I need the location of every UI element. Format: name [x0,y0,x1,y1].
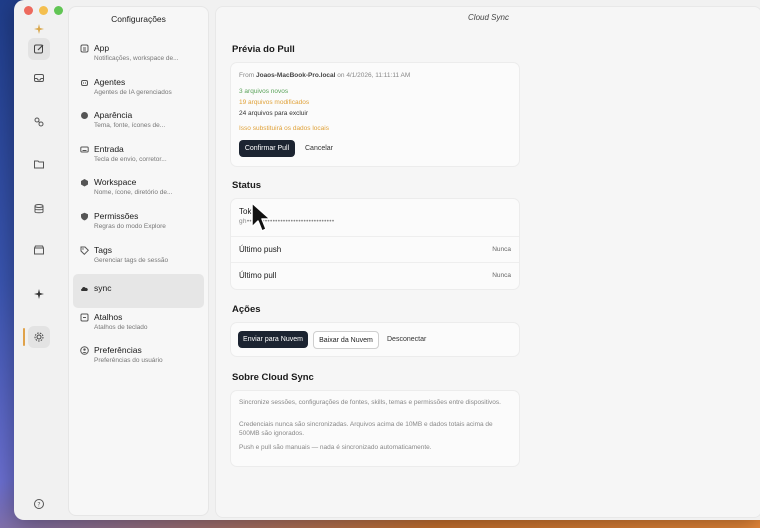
database-icon[interactable] [28,198,50,220]
main-content: Cloud Sync Prévia do Pull From Joaos-Mac… [215,6,760,518]
window-title: Cloud Sync [468,13,509,22]
settings-item-workspace[interactable]: Workspace Nome, ícone, diretório de... [73,173,204,207]
settings-item-sub: Preferências do usuário [94,357,163,365]
settings-item-sub: Agentes de IA gerenciados [94,88,172,96]
settings-item-agentes[interactable]: Agentes Agentes de IA gerenciados [73,73,204,107]
folder-icon[interactable] [28,153,50,175]
svg-text:?: ? [37,501,40,508]
compose-icon[interactable] [28,38,50,60]
about-paragraph-3: Push e pull são manuais — nada é sincron… [239,444,432,451]
settings-nav: App Notificações, workspace de... Agente… [73,39,204,375]
settings-item-label: sync [94,283,112,294]
pull-source: From Joaos-MacBook-Pro.local on 4/1/2026… [239,72,410,79]
actions-title: Ações [232,304,261,315]
help-icon[interactable]: ? [28,493,50,515]
settings-item-sub: Notificações, workspace de... [94,55,179,62]
settings-item-label: App [94,43,110,53]
cancel-button[interactable]: Cancelar [305,145,333,152]
keyboard-icon [80,145,89,154]
status-title: Status [232,180,262,191]
settings-panel: Configurações App Notificações, workspac… [68,6,209,516]
settings-item-label: Atalhos [94,311,123,322]
shield-icon [80,212,89,221]
settings-item-permissoes[interactable]: Permissões Regras do modo Explore [73,207,204,241]
last-push-value: Nunca [492,246,511,253]
settings-item-entrada[interactable]: Entrada Tecla de envio, corretor... [73,140,204,174]
about-paragraph-2: Credenciais nunca são sincronizadas. Arq… [239,421,493,437]
command-icon [80,313,89,322]
pull-preview-title: Prévia do Pull [232,44,295,55]
settings-item-sub: Gerenciar tags de sessão [94,256,169,264]
settings-item-preferencias[interactable]: Preferências Preferências do usuário [73,341,204,375]
on-word: on [337,72,345,79]
source-date: 4/1/2026, 11:11:11 AM [346,72,411,79]
settings-item-label: Permissões [94,210,139,221]
status-card: Tok gh••••••••••••••••••••••••••••••••••… [230,198,520,290]
about-paragraph-1: Sincronize sessões, configurações de fon… [239,399,501,406]
settings-item-app[interactable]: App Notificações, workspace de... [73,39,204,73]
about-card: Sincronize sessões, configurações de fon… [230,390,520,467]
settings-item-label: Preferências [94,345,142,356]
new-files-count: 3 arquivos novos [239,88,289,95]
cloud-icon [80,284,89,293]
row-divider [231,262,519,263]
tag-icon [80,246,89,255]
settings-item-tags[interactable]: Tags Gerenciar tags de sessão [73,241,204,275]
settings-item-label: Tags [94,244,112,255]
pull-from-cloud-button[interactable]: Baixar da Nuvem [313,331,379,349]
settings-item-aparencia[interactable]: Aparência Tema, fonte, ícones de... [73,106,204,140]
pull-preview-card: From Joaos-MacBook-Pro.local on 4/1/2026… [230,62,520,167]
push-to-cloud-button[interactable]: Enviar para Nuvem [238,331,308,348]
settings-item-sync[interactable]: sync [73,274,204,308]
sparkle-logo-icon [28,18,50,40]
settings-item-label: Entrada [94,143,124,154]
last-pull-label: Último pull [239,271,277,280]
app-icon [80,44,89,53]
settings-title: Configurações [111,14,166,24]
cube-icon [80,178,89,187]
actions-card: Enviar para Nuvem Baixar da Nuvem Descon… [230,322,520,357]
settings-item-sub: Regras do modo Explore [94,222,166,230]
app-window: ? Configurações App Notificações, worksp… [14,0,760,520]
settings-icon[interactable] [28,326,50,348]
row-divider [231,236,519,237]
settings-item-sub: Nome, ícone, diretório de... [94,189,173,197]
settings-item-sub: Atalhos de teclado [94,323,148,331]
settings-item-atalhos[interactable]: Atalhos Atalhos de teclado [73,308,204,342]
settings-item-label: Agentes [94,76,126,87]
inbox-icon[interactable] [28,67,50,89]
icon-rail: ? [14,0,68,520]
overwrite-warning: Isso substituirá os dados locais [239,125,329,132]
modified-files-count: 19 arquivos modificados [239,99,310,106]
robot-icon [80,78,89,87]
active-indicator [23,328,25,346]
agents-icon[interactable] [28,111,50,133]
last-push-label: Último push [239,245,282,254]
source-host: Joaos-MacBook-Pro.local [255,72,336,79]
settings-item-label: Workspace [94,177,137,188]
store-icon[interactable] [28,239,50,261]
disconnect-button[interactable]: Desconectar [387,336,426,343]
from-prefix: From [239,72,255,79]
settings-item-sub: Tecla de envio, corretor... [94,155,167,163]
user-icon [80,346,89,356]
about-title: Sobre Cloud Sync [232,372,314,383]
settings-item-label: Aparência [94,110,133,121]
delete-files-count: 24 arquivos para excluir [239,110,309,117]
confirm-pull-button[interactable]: Confirmar Pull [239,140,295,157]
mouse-cursor-icon [251,202,271,232]
palette-icon [80,111,89,120]
sparkle-icon[interactable] [28,283,50,305]
settings-item-sub: Tema, fonte, ícones de... [94,122,166,130]
last-pull-value: Nunca [492,272,511,279]
